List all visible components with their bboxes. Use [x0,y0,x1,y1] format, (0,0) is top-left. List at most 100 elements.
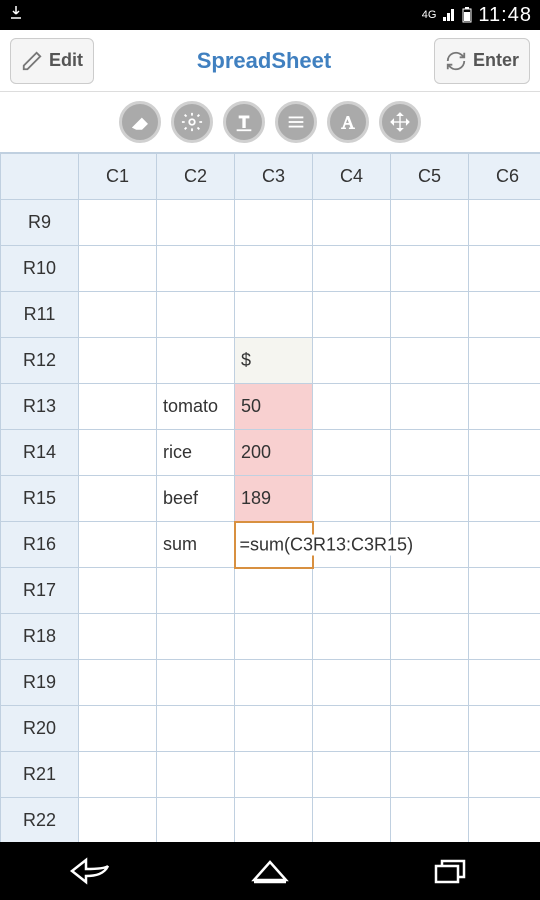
cell[interactable]: 200 [235,430,313,476]
home-button[interactable] [240,851,300,891]
cell[interactable] [79,568,157,614]
font-tool[interactable]: A [327,101,369,143]
row-header[interactable]: R19 [1,660,79,706]
cell[interactable] [313,614,391,660]
cell[interactable] [313,246,391,292]
cell[interactable] [79,614,157,660]
cell[interactable] [79,660,157,706]
cell[interactable] [391,338,469,384]
cell[interactable] [313,752,391,798]
move-tool[interactable] [379,101,421,143]
cell[interactable]: 189 [235,476,313,522]
row-header[interactable]: R21 [1,752,79,798]
row-header[interactable]: R9 [1,200,79,246]
cell[interactable]: sum [157,522,235,568]
cell[interactable] [79,292,157,338]
spreadsheet-grid[interactable]: C1C2C3C4C5C6R9R10R11R12$R13tomato50R14ri… [0,152,540,842]
cell[interactable] [391,798,469,843]
cell[interactable] [79,798,157,843]
row-header[interactable]: R15 [1,476,79,522]
column-header[interactable]: C4 [313,154,391,200]
corner-cell[interactable] [1,154,79,200]
row-header[interactable]: R14 [1,430,79,476]
cell[interactable] [235,706,313,752]
lines-tool[interactable] [275,101,317,143]
column-header[interactable]: C5 [391,154,469,200]
cell[interactable]: tomato [157,384,235,430]
cell[interactable] [235,798,313,843]
cell[interactable] [157,246,235,292]
settings-tool[interactable] [171,101,213,143]
cell[interactable] [469,752,540,798]
back-button[interactable] [60,851,120,891]
cell[interactable] [391,476,469,522]
column-header[interactable]: C1 [79,154,157,200]
cell[interactable] [469,798,540,843]
cell[interactable] [469,660,540,706]
cell[interactable] [79,752,157,798]
cell[interactable] [469,522,540,568]
cell[interactable] [469,292,540,338]
cell[interactable] [391,706,469,752]
cell[interactable] [157,338,235,384]
cell[interactable]: rice [157,430,235,476]
cell[interactable] [391,568,469,614]
edit-button[interactable]: Edit [10,38,94,84]
cell[interactable] [157,798,235,843]
cell[interactable] [313,568,391,614]
cell[interactable] [313,384,391,430]
cell[interactable]: =sum(C3R13:C3R15) [235,522,313,568]
column-header[interactable]: C2 [157,154,235,200]
cell[interactable] [391,246,469,292]
cell[interactable] [313,476,391,522]
row-header[interactable]: R22 [1,798,79,843]
cell[interactable] [235,568,313,614]
text-tool[interactable]: T [223,101,265,143]
cell[interactable] [235,752,313,798]
cell[interactable] [391,200,469,246]
cell[interactable]: beef [157,476,235,522]
cell[interactable] [313,292,391,338]
cell[interactable] [469,614,540,660]
cell[interactable] [235,292,313,338]
row-header[interactable]: R18 [1,614,79,660]
row-header[interactable]: R12 [1,338,79,384]
cell[interactable] [79,384,157,430]
cell[interactable] [391,430,469,476]
cell[interactable] [79,338,157,384]
cell[interactable] [235,614,313,660]
cell[interactable] [313,338,391,384]
cell[interactable] [157,200,235,246]
cell[interactable] [469,246,540,292]
cell[interactable] [157,660,235,706]
row-header[interactable]: R10 [1,246,79,292]
cell[interactable] [469,338,540,384]
enter-button[interactable]: Enter [434,38,530,84]
cell[interactable] [391,292,469,338]
cell[interactable] [313,660,391,706]
cell[interactable] [391,752,469,798]
cell[interactable] [157,614,235,660]
cell[interactable] [235,246,313,292]
cell[interactable] [79,476,157,522]
cell[interactable] [313,798,391,843]
cell[interactable] [79,522,157,568]
cell[interactable] [469,706,540,752]
cell[interactable] [469,384,540,430]
cell[interactable] [79,706,157,752]
cell[interactable]: $ [235,338,313,384]
cell[interactable] [157,292,235,338]
cell[interactable] [79,200,157,246]
cell[interactable] [313,706,391,752]
cell[interactable] [313,430,391,476]
cell[interactable] [79,246,157,292]
row-header[interactable]: R17 [1,568,79,614]
column-header[interactable]: C6 [469,154,540,200]
cell[interactable] [235,660,313,706]
cell[interactable] [469,568,540,614]
row-header[interactable]: R13 [1,384,79,430]
eraser-tool[interactable] [119,101,161,143]
cell[interactable] [235,200,313,246]
recent-button[interactable] [420,851,480,891]
row-header[interactable]: R16 [1,522,79,568]
